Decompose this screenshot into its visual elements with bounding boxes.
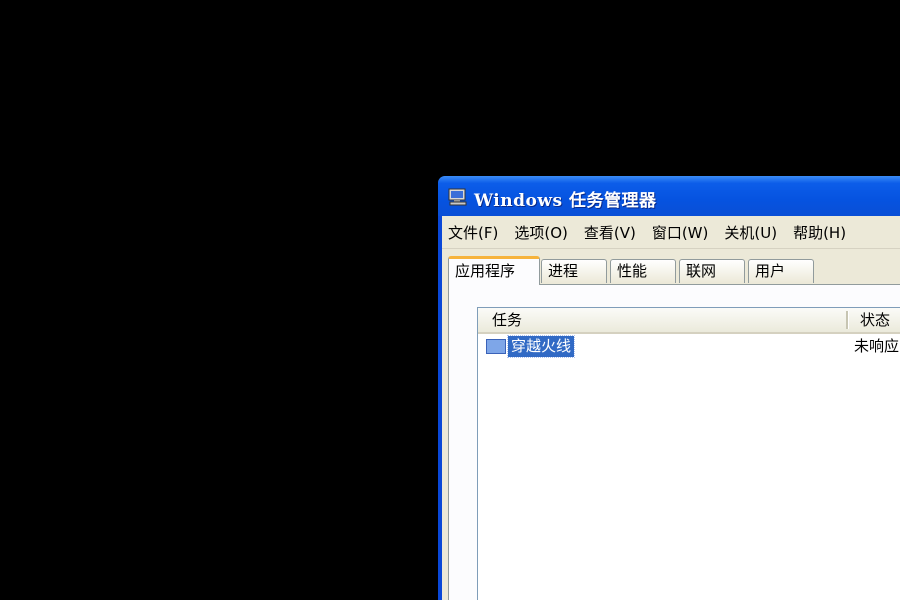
title-bar[interactable]: Windows 任务管理器 [438,176,900,216]
table-row[interactable]: 穿越火线 未响应 [478,334,900,358]
list-header: 任务 状态 [478,308,900,334]
menu-shutdown[interactable]: 关机(U) [724,222,777,243]
task-status: 未响应 [854,337,900,355]
watermark-url: jingyan.baidu.com [690,560,828,576]
baidu-jingyan-logo: Bai 经验 [690,502,848,560]
tab-applications[interactable]: 应用程序 [448,256,540,285]
task-name: 穿越火线 [506,335,576,358]
tab-strip: 应用程序 进程 性能 联网 用户 [448,256,900,285]
svg-text:经验: 经验 [784,522,848,560]
menu-view[interactable]: 查看(V) [584,222,636,243]
computer-icon [448,188,467,206]
column-divider[interactable] [846,311,849,329]
svg-text:Bai: Bai [690,522,747,560]
menu-help[interactable]: 帮助(H) [793,222,846,243]
application-window-icon [486,339,506,354]
column-header-status[interactable]: 状态 [860,308,890,332]
tab-users[interactable]: 用户 [748,259,814,283]
watermark: Bai 经验 jingyan.baidu.com [690,500,860,590]
tab-networking[interactable]: 联网 [679,259,745,283]
menu-file[interactable]: 文件(F) [448,222,498,243]
tab-performance[interactable]: 性能 [610,259,676,283]
menu-windows[interactable]: 窗口(W) [652,222,709,243]
window-title: Windows 任务管理器 [474,191,657,211]
tab-processes[interactable]: 进程 [541,259,607,283]
menu-options[interactable]: 选项(O) [514,222,568,243]
column-header-task[interactable]: 任务 [492,308,522,332]
screen: Windows 任务管理器 文件(F) 选项(O) 查看(V) 窗口(W) 关机… [0,0,900,600]
menu-bar: 文件(F) 选项(O) 查看(V) 窗口(W) 关机(U) 帮助(H) [442,216,900,249]
